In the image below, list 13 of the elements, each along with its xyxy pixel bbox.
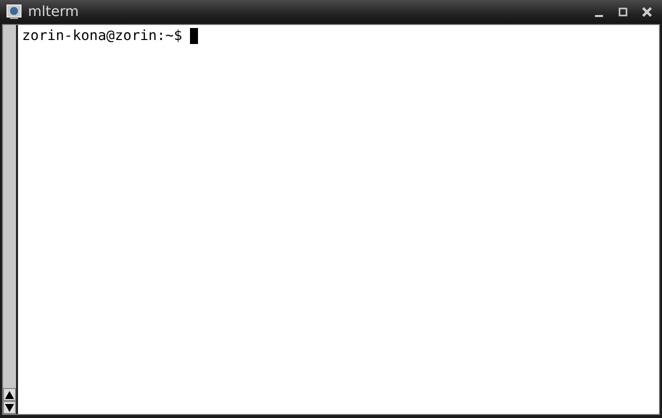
- minimize-icon: [595, 14, 603, 16]
- scroll-up-button[interactable]: [3, 388, 16, 401]
- close-icon: [642, 7, 652, 17]
- terminal-area[interactable]: zorin-kona@zorin:~$: [18, 25, 659, 414]
- up-arrow-icon: [5, 390, 14, 398]
- scrollbar[interactable]: [3, 25, 18, 414]
- scroll-down-button[interactable]: [3, 401, 16, 414]
- text-cursor: [190, 28, 198, 44]
- maximize-icon: [618, 7, 628, 17]
- shell-prompt: zorin-kona@zorin:~$: [22, 28, 182, 45]
- window-title: mlterm: [28, 4, 80, 20]
- monitor-icon: [6, 4, 22, 20]
- down-arrow-icon: [5, 404, 14, 412]
